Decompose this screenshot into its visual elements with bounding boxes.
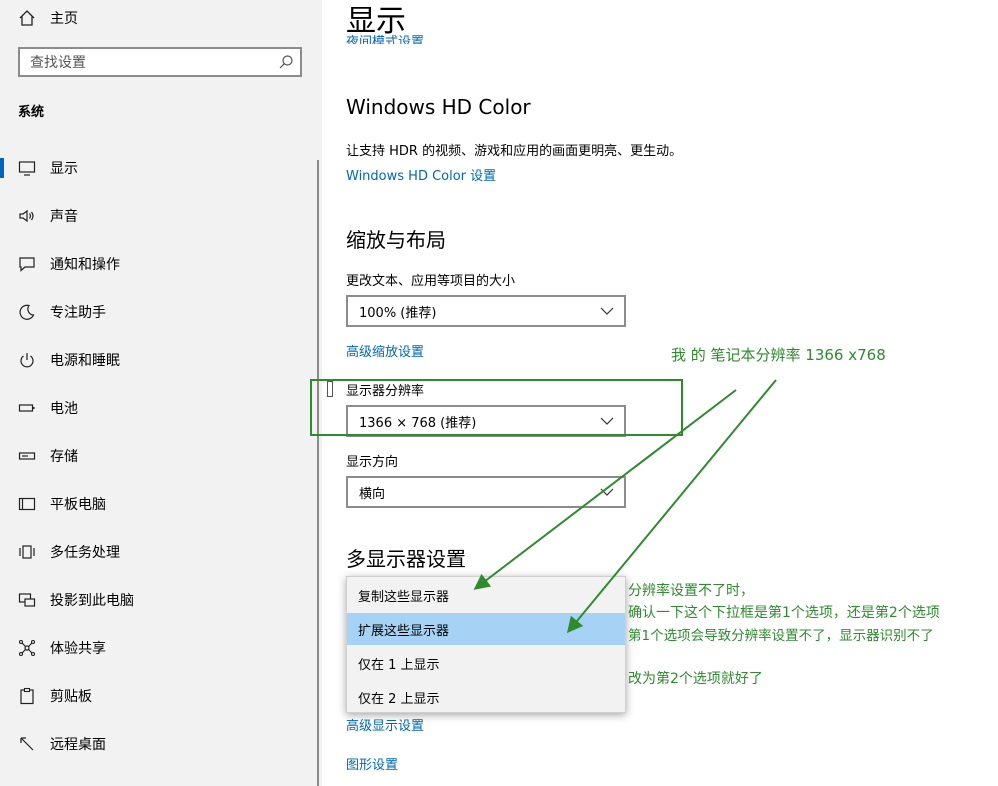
- annotation-arrow-1: [473, 389, 737, 590]
- annotation-line-2: 确认一下这个下拉框是第1个选项，还是第2个选项: [628, 605, 940, 621]
- annotation-arrows: [473, 379, 777, 634]
- annotation-line-3: 第1个选项会导致分辨率设置不了，显示器识别不了: [628, 628, 934, 644]
- annotation-line-1: 分辨率设置不了时，: [628, 583, 754, 599]
- annotation-resolution-note: 我 的 笔记本分辨率 1366 x768: [671, 346, 886, 364]
- annotation-line-4: 改为第2个选项就好了: [628, 671, 763, 687]
